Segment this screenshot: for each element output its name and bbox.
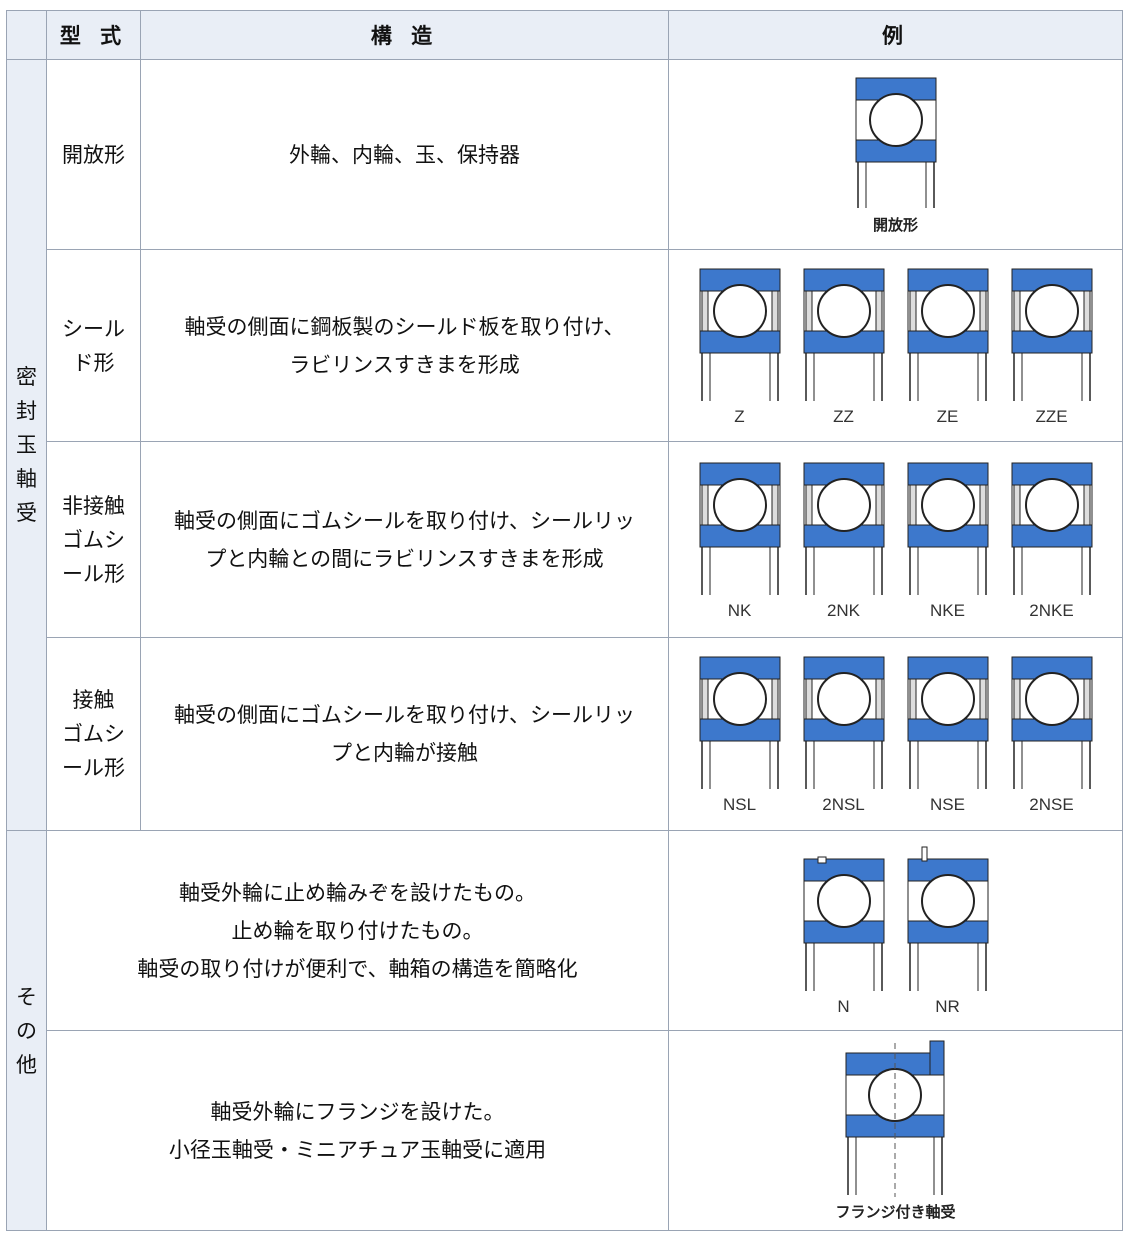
table-row: 軸受外輪にフランジを設けた。 小径玉軸受・ミニアチュア玉軸受に適用 フランジ付き軸…: [7, 1030, 1123, 1231]
bearing-type-table: 型 式 構 造 例 密封玉軸受 開放形 外輪、内輪、玉、保持器 開放形 シールド…: [6, 10, 1123, 1231]
bearing-figure: Z: [694, 265, 786, 427]
snap-ring-groove-bearing-icon: [803, 856, 884, 991]
snap-ring-bearing-icon: [907, 846, 988, 991]
desc-open: 外輪、内輪、玉、保持器: [140, 59, 669, 250]
seal-bearing-icon: [907, 656, 988, 789]
figure-label: NSL: [722, 795, 757, 814]
header-example-label: 例: [882, 24, 909, 48]
bearing-figure: フランジ付き軸受: [835, 1039, 956, 1222]
bearing-figure: N: [798, 845, 890, 1017]
seal-bearing-icon: [907, 462, 988, 595]
type-contact-seal: 接触 ゴムシ ール形: [46, 637, 141, 831]
group-sealed-label: 密封玉軸受: [16, 365, 37, 525]
example-snap-ring: N NR: [668, 830, 1123, 1031]
header-example: 例: [668, 10, 1123, 60]
bearing-figure: ZZE: [1006, 265, 1098, 427]
table-row: その他 軸受外輪に止め輪みぞを設けたもの。 止め輪を取り付けたもの。 軸受の取り付け…: [6, 830, 1123, 1231]
figure-label: NK: [727, 600, 752, 620]
header-blank: [6, 10, 47, 60]
bearing-figure: NSL: [694, 653, 786, 815]
table-row: 非接触 ゴムシ ール形 軸受の側面にゴムシールを取り付け、シールリッ プと内輪との間に…: [7, 441, 1123, 638]
seal-bearing-icon: [699, 656, 780, 789]
seal-bearing-icon: [1011, 656, 1092, 789]
figure-label: ZZE: [1035, 406, 1068, 426]
open-bearing-icon: [855, 77, 936, 208]
desc-noncontact-seal: 軸受の側面にゴムシールを取り付け、シールリッ プと内輪との間にラビリンスすきまを形…: [140, 441, 669, 638]
header-structure-label: 構 造: [370, 24, 439, 48]
figure-label: NKE: [930, 600, 965, 620]
example-open: 開放形: [668, 59, 1123, 250]
header-row: 型 式 構 造 例: [6, 10, 1123, 60]
type-noncontact-seal: 非接触 ゴムシ ール形: [46, 441, 141, 638]
bearing-figure: 開放形: [850, 74, 942, 235]
figure-label: N: [837, 996, 850, 1016]
shield-bearing-icon: [907, 268, 988, 401]
table-row: 密封玉軸受 開放形 外輪、内輪、玉、保持器 開放形: [6, 59, 1123, 831]
figure-caption: 開放形: [872, 216, 918, 234]
figure-label: 2NSL: [822, 795, 865, 814]
figure-label: ZE: [936, 406, 959, 426]
figure-label: NR: [935, 996, 960, 1016]
figure-label: 2NSE: [1029, 795, 1074, 814]
figure-label: ZZ: [833, 406, 854, 426]
header-structure: 構 造: [140, 10, 669, 60]
bearing-figure: NK: [694, 459, 786, 621]
shield-bearing-icon: [803, 268, 884, 401]
desc-contact-seal: 軸受の側面にゴムシールを取り付け、シールリッ プと内輪が接触: [140, 637, 669, 831]
figure-label: 2NK: [826, 600, 861, 620]
bearing-figure: ZZ: [798, 265, 890, 427]
example-noncontact-seal: NK 2NK NKE 2NKE: [668, 441, 1123, 638]
example-contact-seal: NSL 2NSL NSE 2NSE: [668, 637, 1123, 831]
bearing-figure: 2NKE: [1006, 459, 1098, 621]
bearing-figure: 2NSE: [1006, 653, 1098, 815]
type-open: 開放形: [46, 59, 141, 250]
bearing-figure: NKE: [902, 459, 994, 621]
table-row: 接触 ゴムシ ール形 軸受の側面にゴムシールを取り付け、シールリッ プと内輪が接触 N…: [7, 637, 1123, 831]
bearing-figure: NSE: [902, 653, 994, 815]
shield-bearing-icon: [1011, 268, 1092, 401]
table-row: シール ド形 軸受の側面に鋼板製のシールド板を取り付け、 ラビリンスすきまを形成 Z…: [7, 249, 1123, 442]
type-shield: シール ド形: [46, 249, 141, 442]
bearing-figure: 2NSL: [798, 653, 890, 815]
desc-shield: 軸受の側面に鋼板製のシールド板を取り付け、 ラビリンスすきまを形成: [140, 249, 669, 442]
figure-caption: フランジ付き軸受: [835, 1203, 956, 1221]
desc-snap-ring: 軸受外輪に止め輪みぞを設けたもの。 止め輪を取り付けたもの。 軸受の取り付けが便利で…: [46, 830, 669, 1031]
seal-bearing-icon: [803, 656, 884, 789]
header-type-label: 型 式: [59, 24, 128, 48]
seal-bearing-icon: [1011, 462, 1092, 595]
figure-label: Z: [734, 406, 745, 426]
shield-bearing-icon: [699, 268, 780, 401]
bearing-figure: NR: [902, 845, 994, 1017]
example-flange: フランジ付き軸受: [668, 1030, 1123, 1231]
seal-bearing-icon: [699, 462, 780, 595]
seal-bearing-icon: [803, 462, 884, 595]
flanged-bearing-icon: [845, 1040, 945, 1197]
bearing-figure: 2NK: [798, 459, 890, 621]
figure-label: NSE: [930, 795, 965, 814]
header-type: 型 式: [46, 10, 141, 60]
desc-flange: 軸受外輪にフランジを設けた。 小径玉軸受・ミニアチュア玉軸受に適用: [46, 1030, 669, 1231]
group-other-label: その他: [16, 984, 37, 1077]
example-shield: Z ZZ ZE ZZE: [668, 249, 1123, 442]
group-other: その他: [6, 830, 47, 1231]
figure-label: 2NKE: [1029, 600, 1074, 620]
bearing-figure: ZE: [902, 265, 994, 427]
group-sealed-bearing: 密封玉軸受: [6, 59, 47, 831]
